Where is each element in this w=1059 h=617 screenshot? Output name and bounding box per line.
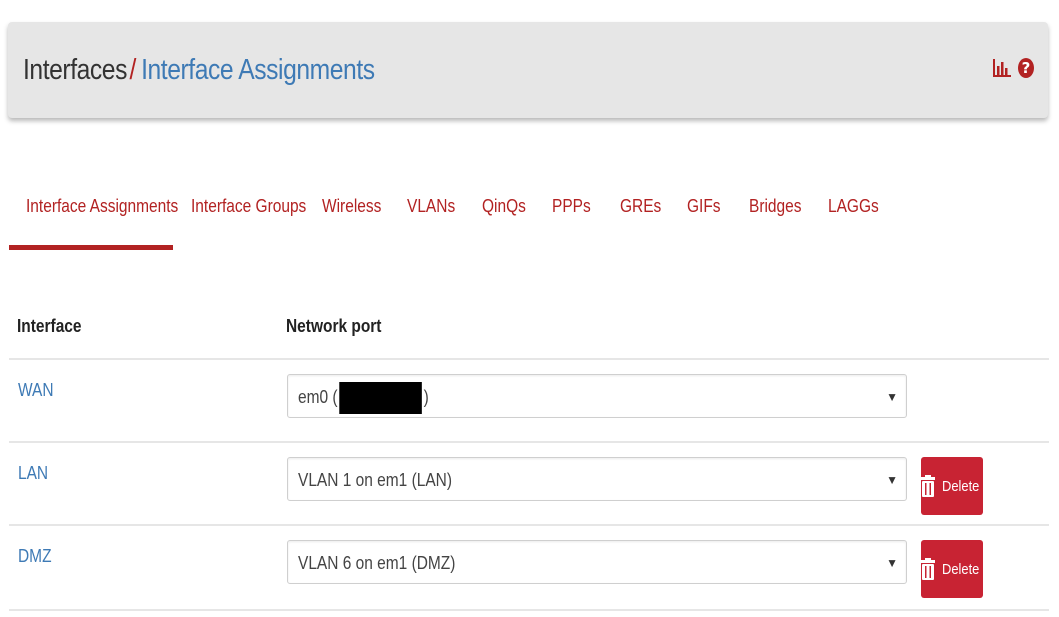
help-icon[interactable]: ?	[1018, 58, 1034, 78]
network-port-value-lan: VLAN 1 on em1 (LAN)	[298, 470, 453, 490]
port-suffix: )	[423, 387, 429, 407]
interface-link-dmz[interactable]: DMZ	[18, 546, 52, 567]
tab-laggs[interactable]: LAGGs	[828, 186, 879, 226]
breadcrumb-separator: /	[129, 54, 137, 86]
table-row-dmz: DMZ VLAN 6 on em1 (DMZ) ▼ Delete	[9, 524, 1049, 611]
breadcrumb-interfaces[interactable]: Interfaces	[23, 54, 127, 86]
trash-icon	[921, 558, 936, 580]
network-port-select-dmz[interactable]: VLAN 6 on em1 (DMZ) ▼	[287, 540, 907, 584]
tab-interface-groups[interactable]: Interface Groups	[191, 186, 306, 226]
redaction-box	[339, 382, 422, 415]
port-prefix: em0 (	[298, 387, 338, 407]
dropdown-caret-icon: ▼	[886, 556, 898, 570]
delete-button-lan[interactable]: Delete	[921, 457, 983, 515]
header-icons: ?	[992, 58, 1034, 78]
delete-label: Delete	[942, 560, 980, 578]
tab-qinqs[interactable]: QinQs	[482, 186, 526, 226]
delete-label: Delete	[942, 477, 980, 495]
interface-link-lan[interactable]: LAN	[18, 463, 48, 484]
column-header-interface: Interface	[17, 316, 82, 336]
network-port-value-wan: em0 ()	[298, 375, 429, 419]
tab-wireless[interactable]: Wireless	[322, 186, 381, 226]
tab-bar: Interface Assignments Interface Groups W…	[9, 186, 1049, 250]
interface-link-wan[interactable]: WAN	[18, 380, 54, 401]
trash-icon	[921, 475, 936, 497]
table-row-lan: LAN VLAN 1 on em1 (LAN) ▼ Delete	[9, 441, 1049, 526]
tab-gres[interactable]: GREs	[620, 186, 661, 226]
tab-ppps[interactable]: PPPs	[552, 186, 591, 226]
tab-gifs[interactable]: GIFs	[687, 186, 721, 226]
active-tab-indicator	[9, 245, 173, 250]
tab-vlans[interactable]: VLANs	[407, 186, 455, 226]
tab-interface-assignments[interactable]: Interface Assignments	[26, 186, 178, 226]
network-port-value-dmz: VLAN 6 on em1 (DMZ)	[298, 553, 456, 573]
breadcrumb-current[interactable]: Interface Assignments	[141, 54, 375, 86]
dropdown-caret-icon: ▼	[886, 473, 898, 487]
dropdown-caret-icon: ▼	[886, 390, 898, 404]
network-port-select-wan[interactable]: em0 () ▼	[287, 374, 907, 418]
table-row-wan: WAN em0 () ▼	[9, 358, 1049, 443]
delete-button-dmz[interactable]: Delete	[921, 540, 983, 598]
network-port-select-lan[interactable]: VLAN 1 on em1 (LAN) ▼	[287, 457, 907, 501]
column-header-network-port: Network port	[286, 316, 382, 336]
bar-chart-icon[interactable]	[992, 58, 1012, 78]
tab-bridges[interactable]: Bridges	[749, 186, 801, 226]
breadcrumb: Interfaces/Interface Assignments	[23, 50, 375, 90]
page-header: Interfaces/Interface Assignments ?	[8, 22, 1048, 118]
